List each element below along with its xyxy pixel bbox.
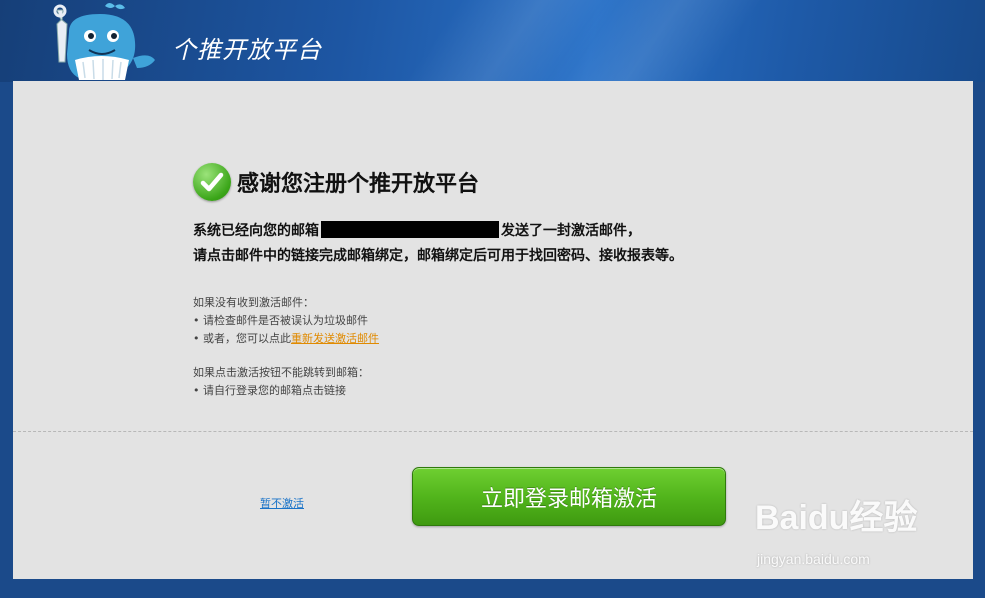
help-item-check-spam: • 请检查邮件是否被误认为垃圾邮件 [193,314,368,327]
resend-email-link[interactable]: 重新发送激活邮件 [291,332,379,345]
help-heading-not-received: 如果没有收到激活邮件： [193,296,314,309]
baidu-jingyan-watermark: Baidu经验 jingyan.baidu.com [755,490,935,580]
header-bar: 个推开放平台 [0,0,985,82]
checkmark-icon [193,163,231,201]
skip-activation-link[interactable]: 暂不激活 [260,495,304,511]
message-line-2: 请点击邮件中的链接完成邮箱绑定，邮箱绑定后可用于找回密码、接收报表等。 [193,248,683,264]
message-line-1: 系统已经向您的邮箱 发送了一封激活邮件， [193,220,641,240]
message-line-1-before: 系统已经向您的邮箱 [193,223,319,239]
brand-title: 个推开放平台 [172,36,322,64]
help-item-resend: • 或者，您可以点此重新发送激活邮件 [193,330,379,346]
watermark-url: jingyan.baidu.com [757,551,870,567]
whale-mascot-logo [53,3,155,80]
message-line-1-after: 发送了一封激活邮件， [501,223,641,239]
success-heading: 感谢您注册个推开放平台 [193,162,479,202]
success-title: 感谢您注册个推开放平台 [237,171,480,197]
activate-email-button[interactable]: 立即登录邮箱激活 [412,467,726,526]
dashed-divider [13,431,973,432]
help-item-login-manually: • 请自行登录您的邮箱点击链接 [193,384,346,397]
help-heading-cannot-jump: 如果点击激活按钮不能跳转到邮箱： [193,366,369,379]
help-item-resend-prefix: • 或者，您可以点此 [193,332,291,345]
redacted-email [321,221,499,238]
watermark-logo-text: Baidu经验 [755,499,918,537]
